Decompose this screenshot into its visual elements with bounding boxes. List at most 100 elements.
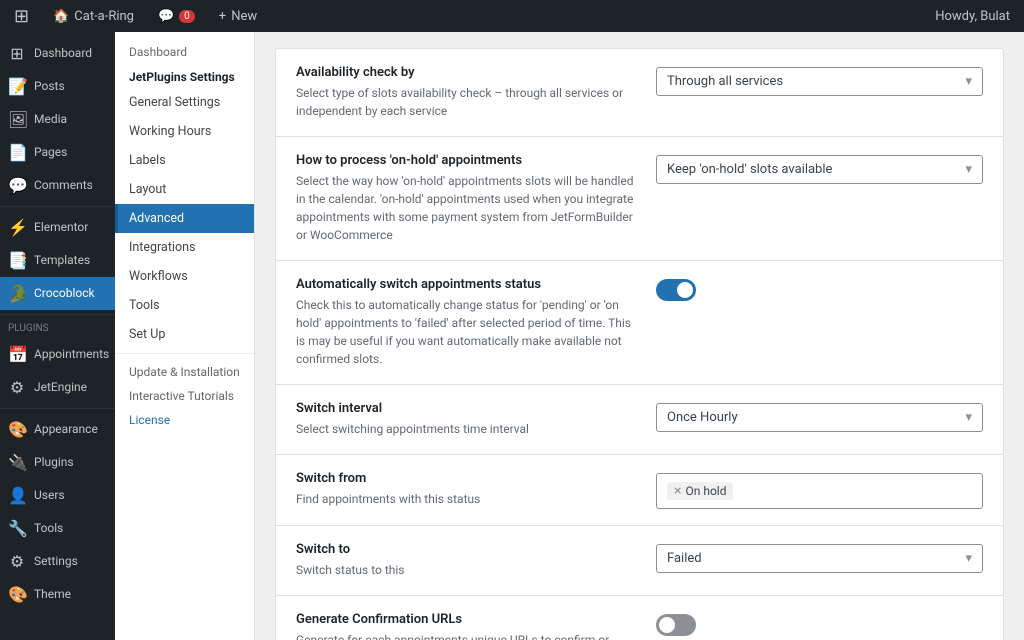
settings-row-switch-to: Switch to Switch status to this Failed ▾ <box>275 525 1004 595</box>
row-title: Automatically switch appointments status <box>296 277 636 292</box>
sidebar-item-label: Pages <box>34 145 67 161</box>
sidebar-item-label: Crocoblock <box>34 286 95 302</box>
comments-count: 0 <box>179 10 195 23</box>
submenu-integrations[interactable]: Integrations <box>115 233 254 262</box>
media-icon: 🖼 <box>8 110 26 129</box>
sidebar-item-plugins[interactable]: 🔌 Plugins <box>0 446 115 479</box>
wp-icon: ⊞ <box>14 6 29 27</box>
row-title: Switch from <box>296 471 636 486</box>
pages-icon: 📄 <box>8 143 26 162</box>
select-value: Once Hourly <box>667 410 738 425</box>
switch-from-tags[interactable]: × On hold <box>656 473 983 509</box>
sidebar-item-label: JetEngine <box>34 380 87 396</box>
interval-select[interactable]: Once Hourly ▾ <box>656 403 983 432</box>
sidebar-item-pages[interactable]: 📄 Pages <box>0 136 115 169</box>
settings-row-confirmation: Generate Confirmation URLs Generate for … <box>275 595 1004 640</box>
comments-link[interactable]: 💬 0 <box>152 0 201 32</box>
appearance-icon: 🎨 <box>8 420 26 439</box>
sidebar-item-templates[interactable]: 📑 Templates <box>0 244 115 277</box>
dashboard-icon: ⊞ <box>8 44 26 63</box>
row-label-availability: Availability check by Select type of slo… <box>296 65 636 120</box>
row-description: Select the way how 'on-hold' appointment… <box>296 172 636 244</box>
availability-select[interactable]: Through all services ▾ <box>656 67 983 96</box>
plugins-section-label: PLUGINS <box>0 319 115 338</box>
crocoblock-icon: 🐊 <box>8 284 26 303</box>
menu-separator-2 <box>0 314 115 315</box>
sidebar-item-appearance[interactable]: 🎨 Appearance <box>0 413 115 446</box>
site-label: Cat-a-Ring <box>74 9 134 24</box>
elementor-icon: ⚡ <box>8 218 26 237</box>
row-title: Availability check by <box>296 65 636 80</box>
row-title: Switch interval <box>296 401 636 416</box>
submenu-update[interactable]: Update & Installation <box>115 360 254 384</box>
submenu-tutorials[interactable]: Interactive Tutorials <box>115 384 254 408</box>
chevron-down-icon: ▾ <box>965 74 972 89</box>
sidebar-item-posts[interactable]: 📝 Posts <box>0 70 115 103</box>
site-name[interactable]: 🏠 Cat-a-Ring <box>47 0 140 32</box>
plugins-icon: 🔌 <box>8 453 26 472</box>
menu-separator <box>0 206 115 207</box>
sidebar-item-users[interactable]: 👤 Users <box>0 479 115 512</box>
row-control-interval: Once Hourly ▾ <box>656 401 983 432</box>
row-description: Generate for each appointments unique UR… <box>296 631 636 640</box>
site-icon: 🏠 <box>53 9 69 24</box>
sidebar-item-theme[interactable]: 🎨 Theme <box>0 578 115 611</box>
submenu-layout[interactable]: Layout <box>115 175 254 204</box>
submenu-workflows[interactable]: Workflows <box>115 262 254 291</box>
row-label-switch-from: Switch from Find appointments with this … <box>296 471 636 508</box>
sidebar-item-label: Users <box>34 488 65 504</box>
tag-remove-icon[interactable]: × <box>674 484 681 498</box>
new-item[interactable]: + New <box>213 0 263 32</box>
submenu-dashboard[interactable]: Dashboard <box>115 40 254 64</box>
sidebar-item-media[interactable]: 🖼 Media <box>0 103 115 136</box>
admin-bar: ⊞ 🏠 Cat-a-Ring 💬 0 + New Howdy, Bulat <box>0 0 1024 32</box>
submenu-title: JetPlugins Settings <box>115 64 254 88</box>
row-title: How to process 'on-hold' appointments <box>296 153 636 168</box>
sidebar-item-label: Comments <box>34 178 93 194</box>
submenu-setup[interactable]: Set Up <box>115 320 254 349</box>
sidebar-item-label: Tools <box>34 521 63 537</box>
sidebar-item-tools[interactable]: 🔧 Tools <box>0 512 115 545</box>
sidebar-item-crocoblock[interactable]: 🐊 Crocoblock <box>0 277 115 310</box>
menu-separator-3 <box>0 408 115 409</box>
submenu-advanced[interactable]: Advanced <box>115 204 254 233</box>
select-value: Keep 'on-hold' slots available <box>667 162 832 177</box>
sidebar-item-settings[interactable]: ⚙ Settings <box>0 545 115 578</box>
sidebar-item-jetengine[interactable]: ⚙ JetEngine <box>0 371 115 404</box>
submenu-group-main: General Settings Working Hours Labels La… <box>115 88 254 354</box>
submenu-tools[interactable]: Tools <box>115 291 254 320</box>
sidebar-item-label: Templates <box>34 253 90 269</box>
submenu-labels[interactable]: Labels <box>115 146 254 175</box>
sidebar-item-appointments[interactable]: 📅 Appointments <box>0 338 115 371</box>
sidebar-item-label: Theme <box>34 587 71 603</box>
submenu-working-hours[interactable]: Working Hours <box>115 117 254 146</box>
row-title: Generate Confirmation URLs <box>296 612 636 627</box>
toggle-knob <box>659 617 675 633</box>
row-control-switch-from: × On hold <box>656 471 983 509</box>
confirmation-toggle[interactable] <box>656 614 696 636</box>
sidebar-item-dashboard[interactable]: ⊞ Dashboard <box>0 37 115 70</box>
sidebar-item-elementor[interactable]: ⚡ Elementor <box>0 211 115 244</box>
howdy[interactable]: Howdy, Bulat <box>929 0 1016 32</box>
autoswitch-toggle[interactable] <box>656 279 696 301</box>
admin-menu: ⊞ Dashboard 📝 Posts 🖼 Media 📄 Pages 💬 Co… <box>0 32 115 640</box>
sidebar-item-label: Posts <box>34 79 65 95</box>
plus-icon: + <box>219 9 226 24</box>
row-label-autoswitch: Automatically switch appointments status… <box>296 277 636 368</box>
theme-icon: 🎨 <box>8 585 26 604</box>
tag-chip-onhold: × On hold <box>667 482 733 500</box>
templates-icon: 📑 <box>8 251 26 270</box>
row-control-confirmation <box>656 612 983 636</box>
sidebar-item-label: Appointments <box>34 347 109 363</box>
sidebar-item-comments[interactable]: 💬 Comments <box>0 169 115 202</box>
settings-row-availability: Availability check by Select type of slo… <box>275 48 1004 136</box>
wp-logo[interactable]: ⊞ <box>8 0 35 32</box>
submenu-general-settings[interactable]: General Settings <box>115 88 254 117</box>
row-description: Check this to automatically change statu… <box>296 296 636 368</box>
onhold-select[interactable]: Keep 'on-hold' slots available ▾ <box>656 155 983 184</box>
submenu-license[interactable]: License <box>115 408 254 432</box>
switch-to-select[interactable]: Failed ▾ <box>656 544 983 573</box>
settings-section: Availability check by Select type of slo… <box>275 48 1004 640</box>
posts-icon: 📝 <box>8 77 26 96</box>
sidebar-item-label: Plugins <box>34 455 74 471</box>
